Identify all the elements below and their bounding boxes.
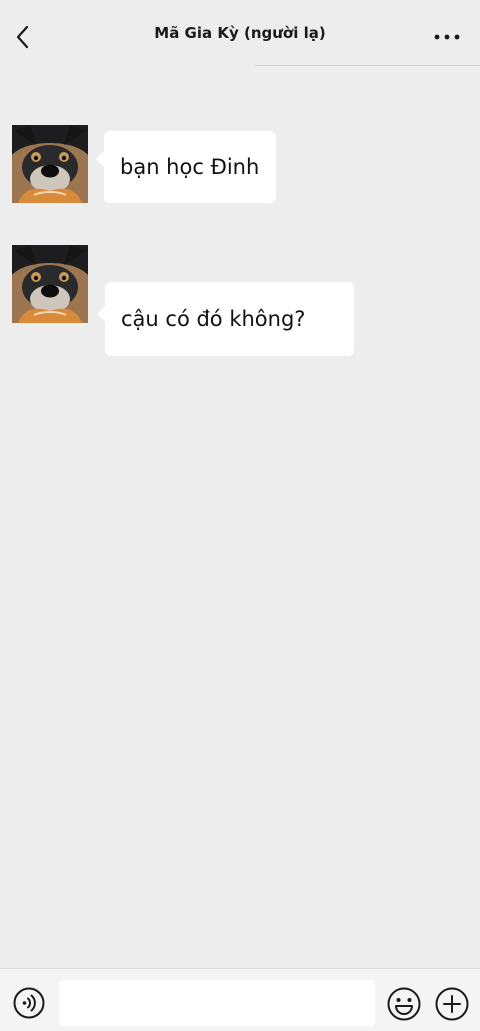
back-button[interactable] <box>8 20 38 54</box>
message-input[interactable] <box>59 980 375 1026</box>
chat-header: Mã Gia Kỳ (người lạ) <box>0 0 480 66</box>
contact-avatar[interactable] <box>12 245 88 323</box>
message-bubble[interactable]: cậu có đó không? <box>97 282 354 356</box>
emoji-button[interactable] <box>387 987 421 1021</box>
voice-icon <box>13 987 45 1019</box>
voice-button[interactable] <box>13 987 45 1019</box>
dog-avatar-icon <box>12 245 88 323</box>
header-divider <box>255 65 480 66</box>
plus-button[interactable] <box>435 987 469 1021</box>
message-text: bạn học Đinh <box>120 155 260 179</box>
chat-title: Mã Gia Kỳ (người lạ) <box>154 24 326 42</box>
message-bubble[interactable]: bạn học Đinh <box>96 131 276 203</box>
plus-circle-icon <box>435 987 469 1021</box>
emoji-icon <box>387 987 421 1021</box>
dog-avatar-icon <box>12 125 88 203</box>
chevron-left-icon <box>16 25 29 49</box>
more-horizontal-icon <box>434 34 460 40</box>
more-button[interactable] <box>432 22 462 52</box>
input-bar <box>0 968 480 1031</box>
contact-avatar[interactable] <box>12 125 88 203</box>
message-text: cậu có đó không? <box>121 307 306 331</box>
